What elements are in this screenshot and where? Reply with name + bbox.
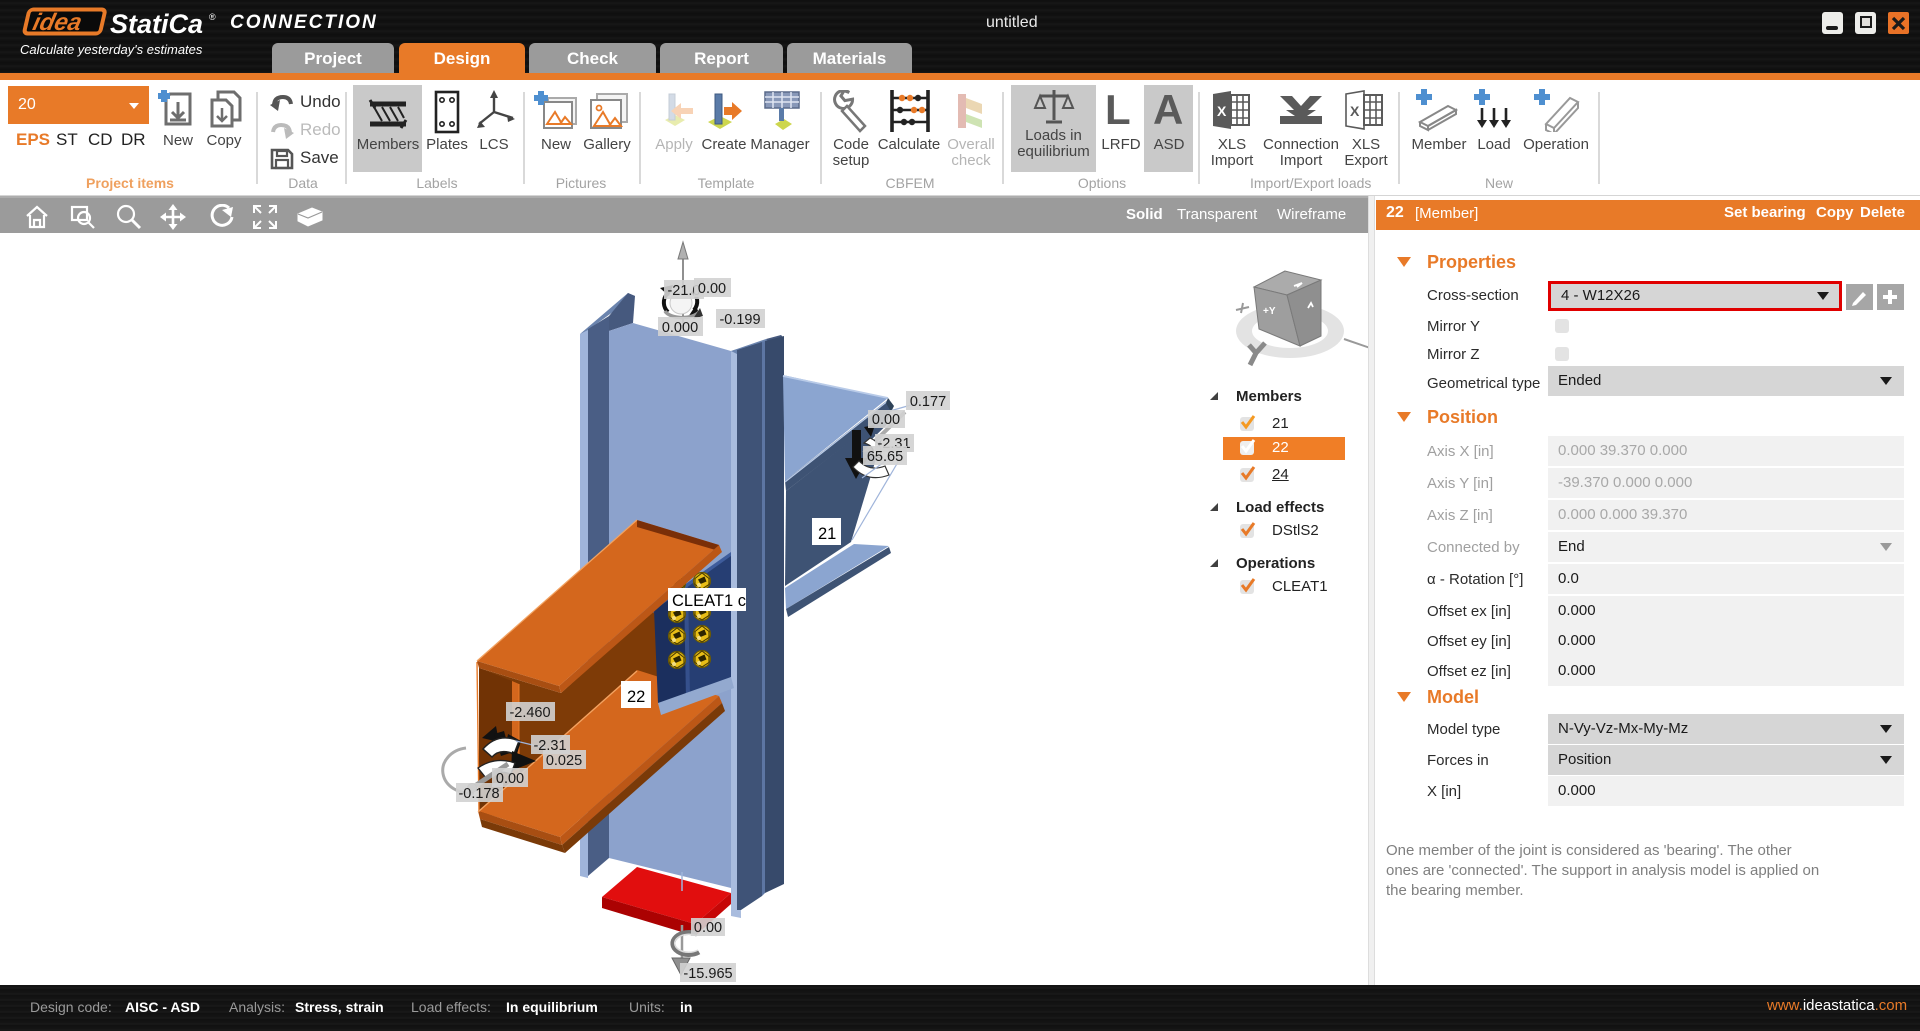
svg-text:StatiCa: StatiCa <box>110 9 203 37</box>
svg-text:21: 21 <box>818 525 836 543</box>
svg-text:-0.178: -0.178 <box>458 786 499 802</box>
svg-text:0.025: 0.025 <box>546 753 582 769</box>
svg-text:-0.199: -0.199 <box>719 312 760 328</box>
svg-text:22: 22 <box>627 688 645 706</box>
svg-text:0.00: 0.00 <box>694 920 722 936</box>
svg-text:X: X <box>1217 103 1227 119</box>
svg-text:0.000: 0.000 <box>662 320 698 336</box>
svg-text:0.177: 0.177 <box>910 394 946 410</box>
svg-text:65.65: 65.65 <box>867 449 903 465</box>
svg-text:+Y: +Y <box>1263 306 1276 317</box>
svg-text:-15.965: -15.965 <box>683 966 732 982</box>
svg-text:0.00: 0.00 <box>872 412 900 428</box>
svg-text:CLEAT1 c: CLEAT1 c <box>672 592 746 610</box>
svg-text:0.00: 0.00 <box>698 281 726 297</box>
svg-text:idea: idea <box>30 9 84 36</box>
svg-text:X: X <box>1350 103 1360 119</box>
svg-text:-2.460: -2.460 <box>509 705 550 721</box>
svg-text:®: ® <box>209 12 216 22</box>
